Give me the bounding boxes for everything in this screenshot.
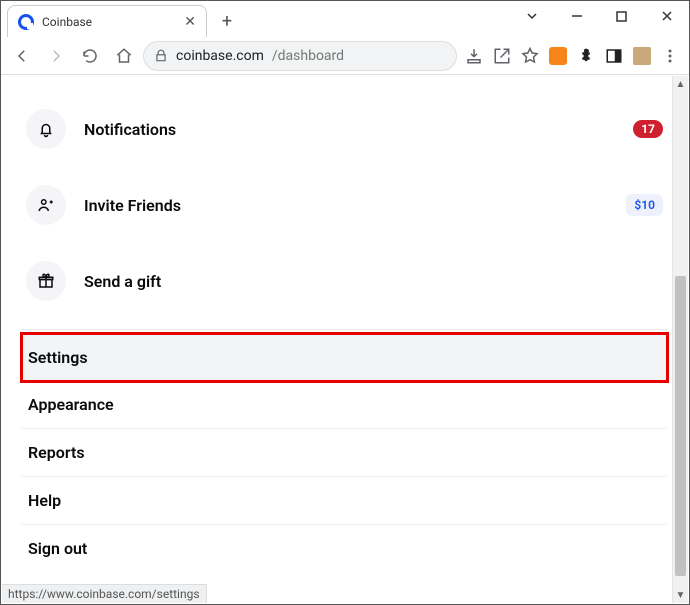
menu-notifications-label: Notifications bbox=[84, 120, 615, 139]
url-path: /dashboard bbox=[272, 48, 344, 64]
invite-reward-badge: $10 bbox=[626, 194, 663, 216]
status-bar: https://www.coinbase.com/settings bbox=[2, 584, 207, 603]
section-reports[interactable]: Reports bbox=[22, 429, 667, 477]
browser-toolbar: coinbase.com/dashboard bbox=[1, 37, 689, 75]
lock-icon bbox=[154, 49, 168, 63]
window-close-button[interactable] bbox=[644, 1, 689, 31]
section-appearance-label: Appearance bbox=[28, 395, 114, 414]
chrome-menu-icon[interactable] bbox=[657, 43, 683, 69]
section-help-label: Help bbox=[28, 491, 61, 510]
section-reports-label: Reports bbox=[28, 443, 85, 462]
section-help[interactable]: Help bbox=[22, 477, 667, 525]
coinbase-favicon bbox=[18, 14, 34, 30]
url-bar[interactable]: coinbase.com/dashboard bbox=[143, 41, 457, 71]
profile-avatar-icon[interactable] bbox=[629, 43, 655, 69]
window-dropdown-icon[interactable] bbox=[509, 1, 554, 31]
side-panel-icon[interactable] bbox=[601, 43, 627, 69]
section-appearance[interactable]: Appearance bbox=[22, 381, 667, 429]
scroll-up-button[interactable]: ▲ bbox=[673, 76, 688, 92]
window-maximize-button[interactable] bbox=[599, 1, 644, 31]
new-tab-button[interactable]: + bbox=[213, 7, 241, 35]
status-link-text: https://www.coinbase.com/settings bbox=[8, 587, 200, 601]
section-settings-label: Settings bbox=[28, 348, 88, 367]
nav-home-button[interactable] bbox=[109, 41, 139, 71]
gift-icon bbox=[26, 261, 66, 301]
url-host: coinbase.com bbox=[176, 48, 264, 64]
metamask-extension-icon[interactable] bbox=[545, 43, 571, 69]
section-signout[interactable]: Sign out bbox=[22, 525, 667, 572]
extensions-puzzle-icon[interactable] bbox=[573, 43, 599, 69]
menu-invite-label: Invite Friends bbox=[84, 196, 608, 215]
menu-invite-friends[interactable]: Invite Friends $10 bbox=[22, 167, 667, 243]
section-signout-label: Sign out bbox=[28, 539, 87, 558]
section-divider bbox=[22, 329, 667, 330]
invite-icon bbox=[26, 185, 66, 225]
share-icon[interactable] bbox=[489, 43, 515, 69]
tab-title: Coinbase bbox=[42, 15, 176, 29]
page-viewport: Notifications 17 Invite Friends $10 Send… bbox=[2, 76, 688, 603]
menu-gift-label: Send a gift bbox=[84, 272, 663, 291]
section-settings[interactable]: Settings bbox=[22, 334, 667, 381]
bookmark-star-icon[interactable] bbox=[517, 43, 543, 69]
toolbar-right bbox=[461, 43, 683, 69]
nav-forward-button[interactable] bbox=[41, 41, 71, 71]
nav-back-button[interactable] bbox=[7, 41, 37, 71]
install-icon[interactable] bbox=[461, 43, 487, 69]
browser-tab[interactable]: Coinbase ✕ bbox=[7, 5, 207, 37]
notifications-badge: 17 bbox=[633, 120, 663, 138]
window-controls bbox=[509, 1, 689, 31]
scroll-thumb[interactable] bbox=[675, 276, 686, 576]
bell-icon bbox=[26, 109, 66, 149]
page-content: Notifications 17 Invite Friends $10 Send… bbox=[2, 76, 672, 603]
window-minimize-button[interactable] bbox=[554, 1, 599, 31]
scrollbar[interactable]: ▲ ▼ bbox=[672, 76, 688, 603]
menu-notifications[interactable]: Notifications 17 bbox=[22, 91, 667, 167]
window-titlebar: Coinbase ✕ + bbox=[1, 1, 689, 37]
scroll-down-button[interactable]: ▼ bbox=[673, 587, 688, 603]
menu-send-gift[interactable]: Send a gift bbox=[22, 243, 667, 319]
nav-reload-button[interactable] bbox=[75, 41, 105, 71]
tab-close-icon[interactable]: ✕ bbox=[184, 14, 196, 30]
